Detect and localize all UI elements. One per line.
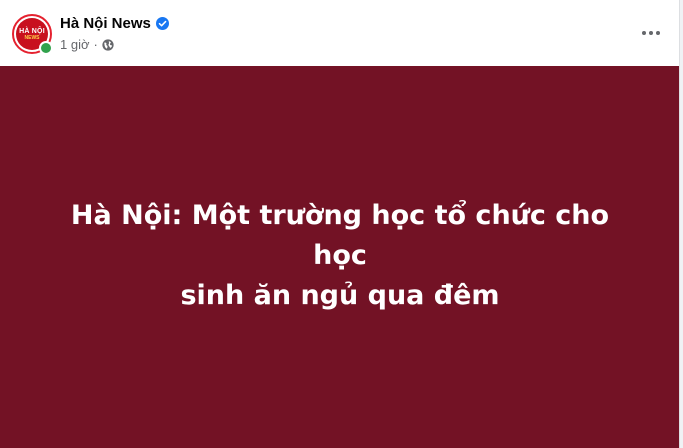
page-name[interactable]: Hà Nội News	[60, 15, 151, 32]
post-text-line-2: sinh ăn ngủ qua đêm	[180, 279, 500, 311]
post-text-line-1: Hà Nội: Một trường học tổ chức cho học	[70, 199, 610, 271]
verified-badge-icon	[155, 17, 169, 30]
page-avatar[interactable]: HÀ NỘI NEWS	[12, 14, 53, 55]
online-status-dot	[39, 41, 53, 55]
more-options-icon	[642, 31, 660, 35]
post-card: HÀ NỘI NEWS Hà Nội News 1 giờ · Hà Nội: …	[0, 0, 680, 448]
post-content-background[interactable]: Hà Nội: Một trường học tổ chức cho học s…	[0, 66, 679, 448]
post-meta: 1 giờ ·	[60, 37, 114, 52]
avatar-logo-text-top: HÀ NỘI	[19, 27, 45, 35]
post-header: HÀ NỘI NEWS Hà Nội News 1 giờ ·	[0, 0, 679, 66]
page-name-row: Hà Nội News	[60, 15, 169, 32]
globe-icon[interactable]	[102, 38, 114, 51]
post-timestamp[interactable]: 1 giờ	[60, 37, 90, 52]
avatar-logo-text-bottom: NEWS	[24, 34, 40, 41]
meta-separator: ·	[93, 37, 98, 52]
more-options-button[interactable]	[637, 19, 665, 47]
post-text: Hà Nội: Một trường học tổ chức cho học s…	[40, 196, 640, 316]
